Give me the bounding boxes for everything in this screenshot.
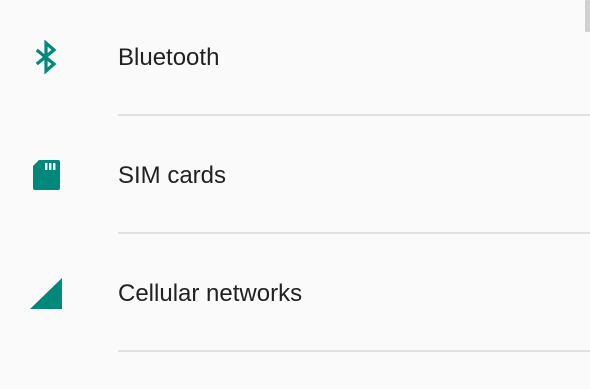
settings-item-sim-cards[interactable]: SIM cards [0,118,590,236]
settings-item-cellular-networks[interactable]: Cellular networks [0,236,590,354]
divider [118,114,590,116]
divider [118,232,590,234]
sim-cards-label: SIM cards [118,162,227,189]
cellular-networks-label: Cellular networks [118,280,303,307]
cellular-signal-icon [30,278,62,309]
sim-card-icon [33,160,60,190]
settings-item-bluetooth[interactable]: Bluetooth [0,0,590,118]
divider [118,350,590,352]
bluetooth-label: Bluetooth [118,44,220,71]
bluetooth-icon [35,40,57,75]
scrollbar-thumb[interactable] [585,0,590,32]
settings-list: Bluetooth SIM cards Cellular networks [0,0,590,389]
